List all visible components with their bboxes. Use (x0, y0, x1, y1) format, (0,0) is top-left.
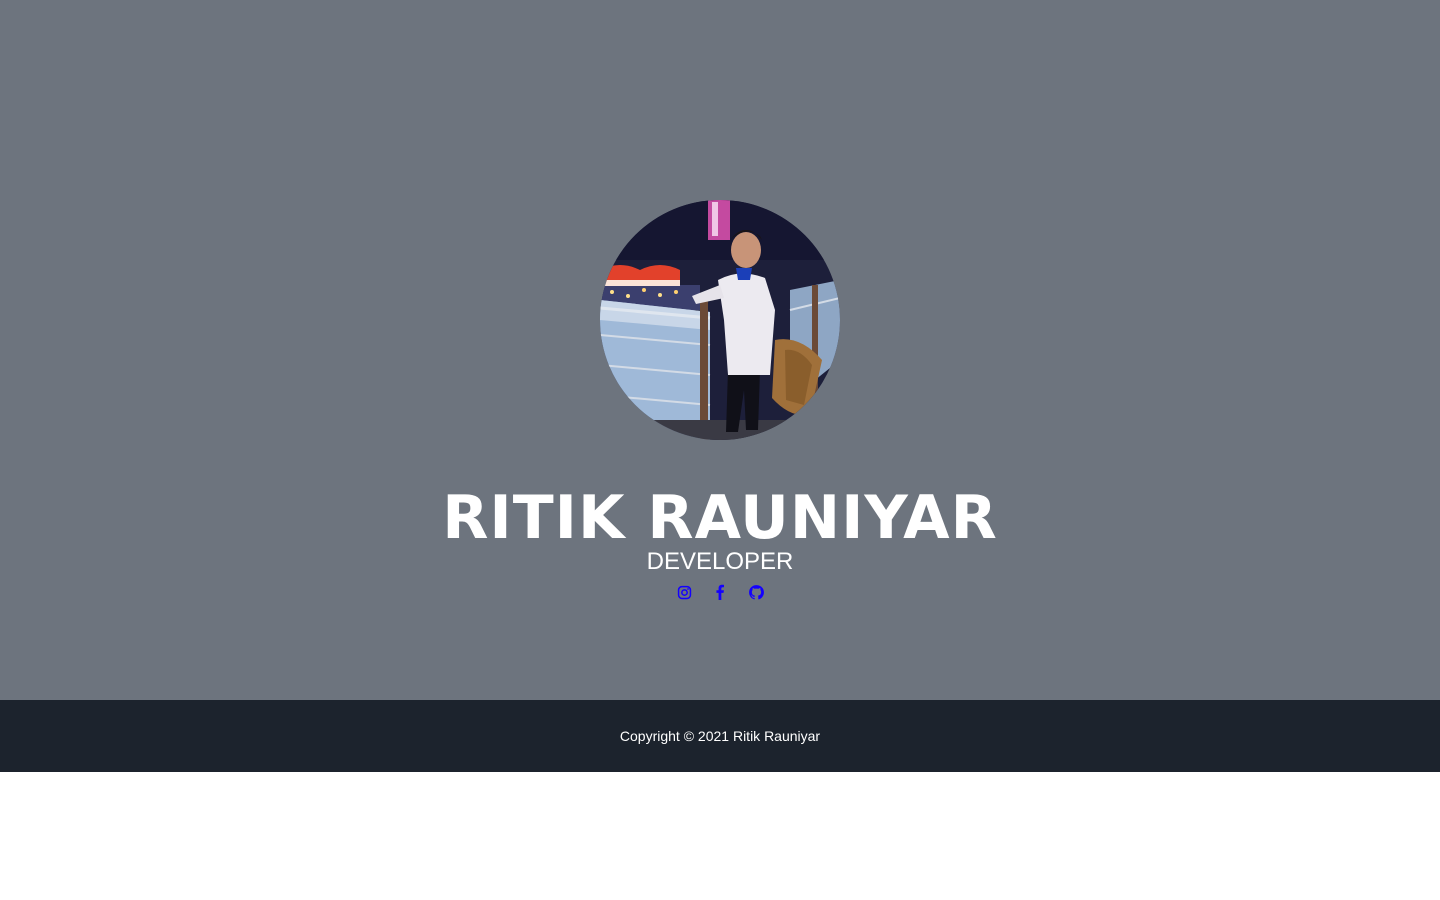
hero-section: RITIK RAUNIYAR DEVELOPER (0, 0, 1440, 700)
social-links (0, 580, 1440, 604)
facebook-link[interactable] (712, 580, 729, 604)
github-icon (748, 584, 764, 599)
github-link[interactable] (748, 580, 765, 604)
footer: Copyright © 2021 Ritik Rauniyar (0, 700, 1440, 772)
facebook-icon (716, 584, 724, 600)
copyright-text: Copyright © 2021 Ritik Rauniyar (619, 728, 821, 744)
profile-photo-illustration (600, 200, 840, 440)
instagram-icon (677, 585, 691, 599)
profile-photo (600, 200, 840, 440)
instagram-link[interactable] (676, 580, 693, 604)
role-subtitle: DEVELOPER (646, 548, 794, 575)
